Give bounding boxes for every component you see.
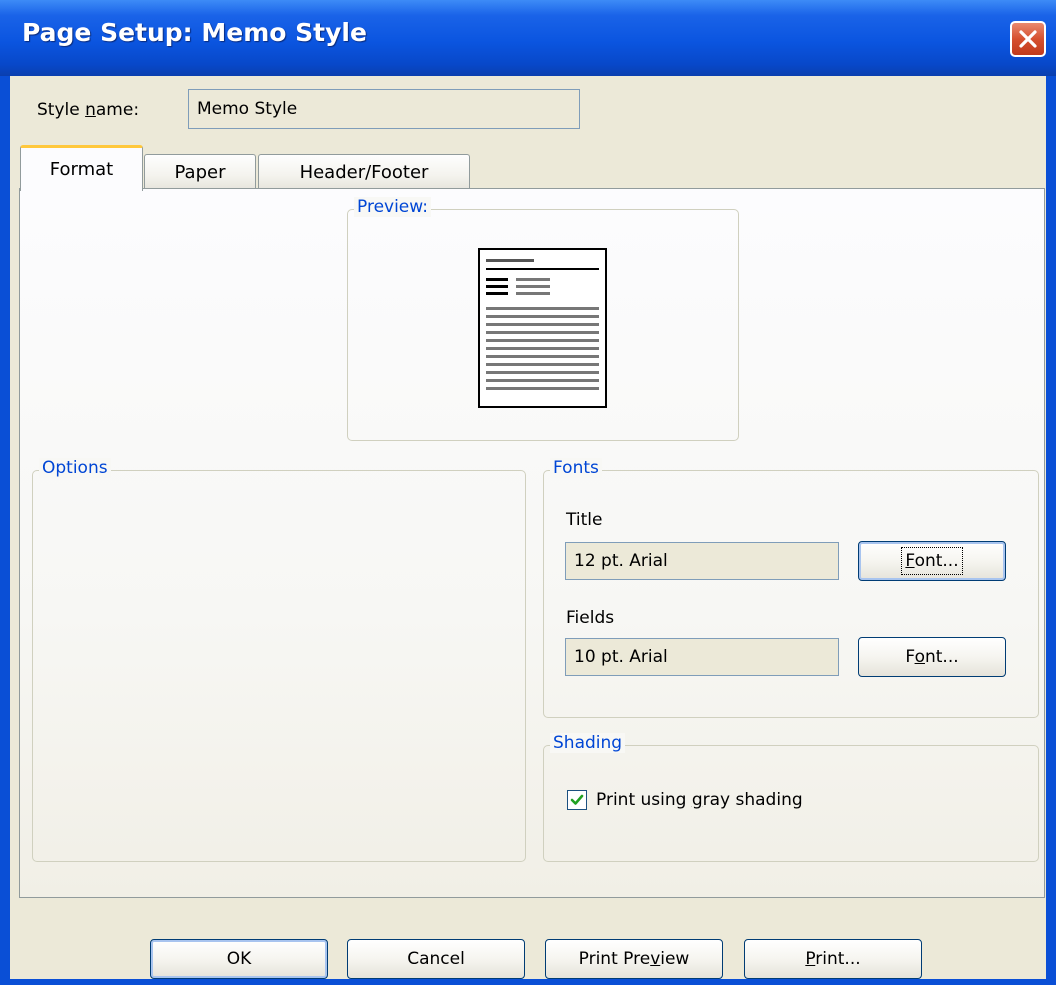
dialog-client-area: Style name: Memo Style Format Paper Head… [10, 76, 1046, 979]
title-font-button-label: Font... [901, 547, 963, 575]
title-bar[interactable]: Page Setup: Memo Style [0, 0, 1056, 76]
cancel-button-label: Cancel [407, 949, 465, 969]
format-tab-content: Preview: Options Fonts Title 12 pt. Aria… [10, 76, 1046, 979]
preview-group-title: Preview: [354, 197, 431, 217]
print-preview-button-label: Print Preview [578, 949, 690, 969]
title-font-field: 12 pt. Arial [565, 542, 839, 580]
options-group-title: Options [39, 458, 111, 478]
shading-group-title: Shading [550, 733, 626, 753]
memo-page-preview-icon [478, 248, 607, 408]
window-title: Page Setup: Memo Style [22, 18, 367, 47]
fields-font-value: 10 pt. Arial [574, 647, 668, 667]
checkmark-icon [570, 794, 584, 805]
close-icon [1019, 30, 1037, 48]
page-setup-dialog: Page Setup: Memo Style Style name: Memo … [0, 0, 1056, 985]
fields-font-field: 10 pt. Arial [565, 638, 839, 676]
print-preview-button[interactable]: Print Preview [545, 939, 723, 979]
gray-shading-checkbox[interactable] [567, 790, 587, 810]
title-font-label: Title [566, 510, 603, 530]
gray-shading-label[interactable]: Print using gray shading [596, 790, 803, 810]
fields-font-button-label: Font... [905, 647, 959, 667]
fields-font-label: Fields [566, 608, 615, 628]
cancel-button[interactable]: Cancel [347, 939, 525, 979]
memo-lines-graphic [486, 259, 599, 390]
fonts-group-title: Fonts [550, 458, 602, 478]
ok-button-label: OK [226, 949, 252, 969]
options-group: Options [32, 458, 526, 862]
print-button[interactable]: Print... [744, 939, 922, 979]
fonts-group: Fonts [543, 458, 1039, 718]
ok-button[interactable]: OK [150, 939, 328, 979]
fields-font-button[interactable]: Font... [858, 637, 1006, 677]
print-button-label: Print... [805, 949, 861, 969]
title-font-value: 12 pt. Arial [574, 551, 668, 571]
close-button[interactable] [1010, 21, 1046, 57]
title-font-button[interactable]: Font... [858, 541, 1006, 581]
